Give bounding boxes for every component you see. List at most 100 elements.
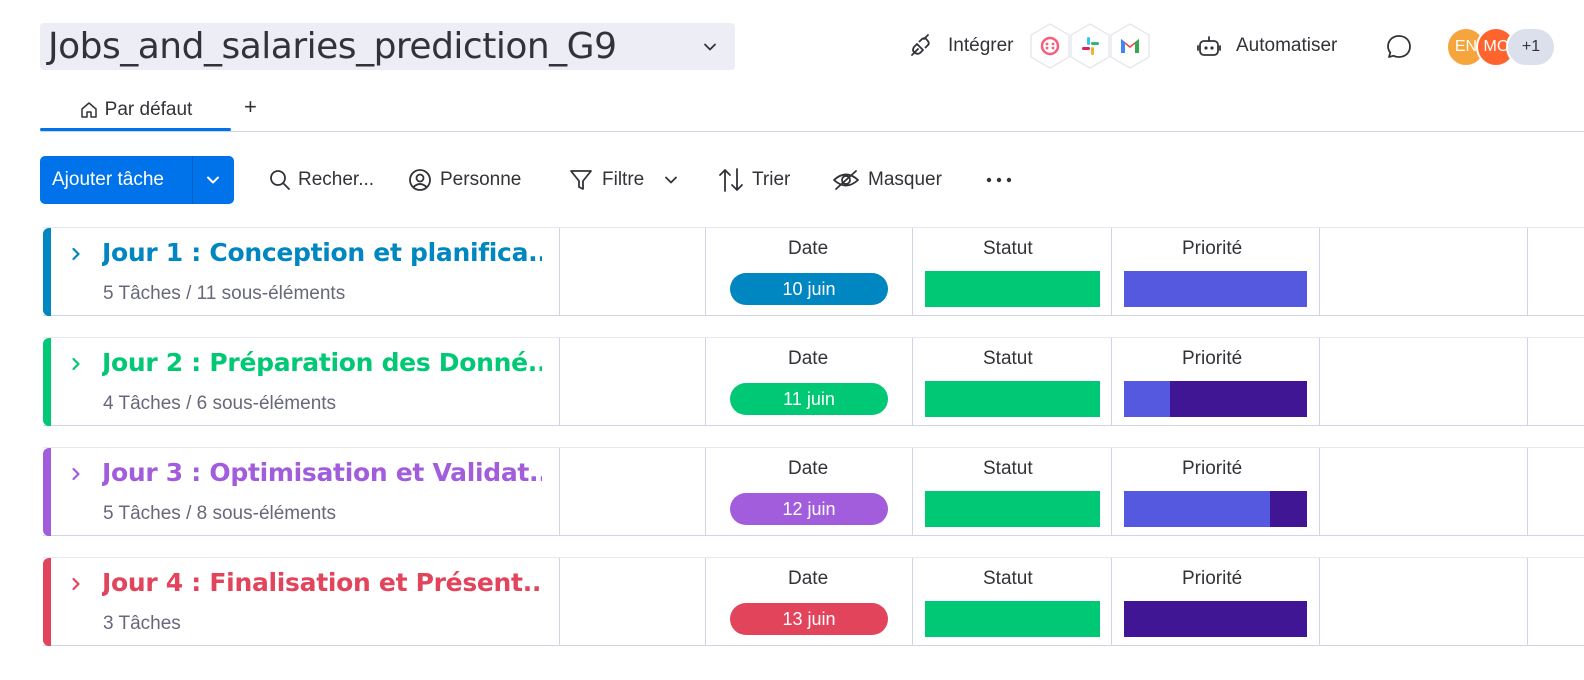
column-divider (1527, 228, 1528, 316)
group-title[interactable]: Jour 4 : Finalisation et Présent... (102, 568, 542, 597)
eye-off-icon (833, 170, 859, 190)
person-filter-button[interactable]: Personne (408, 166, 521, 194)
column-divider (1527, 558, 1528, 646)
date-column-header: Date (788, 348, 829, 369)
plug-icon (911, 34, 930, 56)
status-column-header: Statut (983, 458, 1033, 479)
date-summary-pill[interactable]: 12 juin (730, 493, 888, 525)
more-dots-icon (986, 177, 1012, 183)
column-divider (912, 228, 913, 316)
avatar-initials: EN (1454, 38, 1478, 55)
group-card[interactable]: Jour 4 : Finalisation et Présent... 3 Tâ… (43, 557, 1584, 646)
date-summary-pill[interactable]: 13 juin (730, 603, 888, 635)
filter-button[interactable]: Filtre (568, 166, 680, 194)
chevron-right-icon[interactable] (67, 355, 85, 373)
priority-column-header: Priorité (1182, 348, 1243, 369)
status-column-header: Statut (983, 348, 1033, 369)
group-summary: 4 Tâches / 6 sous-éléments (103, 393, 337, 414)
chevron-down-icon[interactable] (701, 38, 719, 56)
status-summary-bar[interactable] (925, 491, 1100, 527)
chevron-down-icon[interactable] (204, 171, 222, 189)
board-title[interactable]: Jobs_and_salaries_prediction_G9 (48, 26, 617, 67)
group-color-bar (43, 228, 51, 316)
add-view-button[interactable]: + (244, 94, 257, 120)
status-column-header: Statut (983, 238, 1033, 259)
group-color-bar (43, 448, 51, 536)
hide-label: Masquer (868, 169, 942, 190)
column-divider (559, 448, 560, 536)
date-summary-pill[interactable]: 11 juin (730, 383, 888, 415)
search-label: Recher... (298, 169, 375, 190)
column-divider (1111, 228, 1112, 316)
chevron-right-icon[interactable] (67, 245, 85, 263)
column-divider (559, 228, 560, 316)
robot-icon (1197, 36, 1221, 56)
tabs-divider (40, 131, 1584, 132)
status-summary-bar[interactable] (925, 271, 1100, 307)
person-icon (409, 169, 431, 191)
chevron-right-icon[interactable] (67, 465, 85, 483)
chevron-down-icon[interactable] (662, 171, 680, 189)
group-card[interactable]: Jour 1 : Conception et planifica... 5 Tâ… (43, 227, 1584, 316)
group-summary: 3 Tâches (103, 613, 181, 634)
priority-column-header: Priorité (1182, 458, 1243, 479)
avatar-initials: MC (1483, 38, 1509, 55)
tab-default-label: Par défaut (104, 99, 193, 120)
column-divider (1319, 558, 1320, 646)
priority-high-segment (1270, 491, 1307, 527)
more-members-badge[interactable]: +1 (1506, 27, 1556, 67)
column-divider (1527, 448, 1528, 536)
integrate-label: Intégrer (948, 35, 1014, 56)
priority-medium-segment (1124, 491, 1271, 527)
priority-high-segment (1169, 381, 1307, 417)
add-task-button[interactable]: Ajouter tâche (40, 156, 234, 204)
priority-summary-bar[interactable] (1124, 271, 1307, 307)
more-options-button[interactable] (986, 166, 1012, 194)
priority-high-segment (1124, 601, 1307, 637)
column-divider (705, 448, 706, 536)
group-title[interactable]: Jour 1 : Conception et planifica... (102, 238, 542, 267)
board-title-box[interactable]: Jobs_and_salaries_prediction_G9 (40, 23, 735, 70)
search-icon (270, 170, 290, 190)
automate-label: Automatiser (1236, 35, 1338, 56)
chat-bubble-icon[interactable] (1385, 33, 1413, 61)
gmail-icon[interactable] (1108, 22, 1152, 70)
more-members-count: +1 (1521, 38, 1541, 55)
date-column-header: Date (788, 568, 829, 589)
column-divider (912, 558, 913, 646)
slack-icon[interactable] (1068, 22, 1112, 70)
status-summary-bar[interactable] (925, 381, 1100, 417)
monday-app-icon[interactable] (1028, 22, 1072, 70)
person-label: Personne (440, 169, 522, 190)
filter-icon (570, 170, 592, 190)
group-title[interactable]: Jour 3 : Optimisation et Validat... (102, 458, 542, 487)
priority-summary-bar[interactable] (1124, 491, 1307, 527)
column-divider (1111, 338, 1112, 426)
column-divider (1319, 448, 1320, 536)
add-task-split-divider (192, 156, 193, 204)
group-card[interactable]: Jour 2 : Préparation des Donné... 4 Tâch… (43, 337, 1584, 426)
column-divider (1111, 558, 1112, 646)
column-divider (559, 338, 560, 426)
home-icon (80, 102, 97, 118)
tab-default-view[interactable]: Par défaut (40, 88, 231, 132)
automate-button[interactable]: Automatiser (1196, 33, 1337, 59)
group-card[interactable]: Jour 3 : Optimisation et Validat... 5 Tâ… (43, 447, 1584, 536)
integrate-button[interactable]: Intégrer (908, 33, 1013, 59)
date-column-header: Date (788, 238, 829, 259)
status-summary-bar[interactable] (925, 601, 1100, 637)
column-divider (912, 338, 913, 426)
date-summary-pill[interactable]: 10 juin (730, 273, 888, 305)
column-divider (1527, 338, 1528, 426)
priority-summary-bar[interactable] (1124, 381, 1307, 417)
sort-label: Trier (752, 169, 791, 190)
search-button[interactable]: Recher... (268, 166, 374, 194)
chevron-right-icon[interactable] (67, 575, 85, 593)
priority-column-header: Priorité (1182, 568, 1243, 589)
hide-columns-button[interactable]: Masquer (832, 166, 942, 194)
group-title[interactable]: Jour 2 : Préparation des Donné... (102, 348, 542, 377)
group-summary: 5 Tâches / 11 sous-éléments (103, 283, 346, 304)
column-divider (705, 338, 706, 426)
sort-button[interactable]: Trier (718, 166, 790, 194)
priority-summary-bar[interactable] (1124, 601, 1307, 637)
